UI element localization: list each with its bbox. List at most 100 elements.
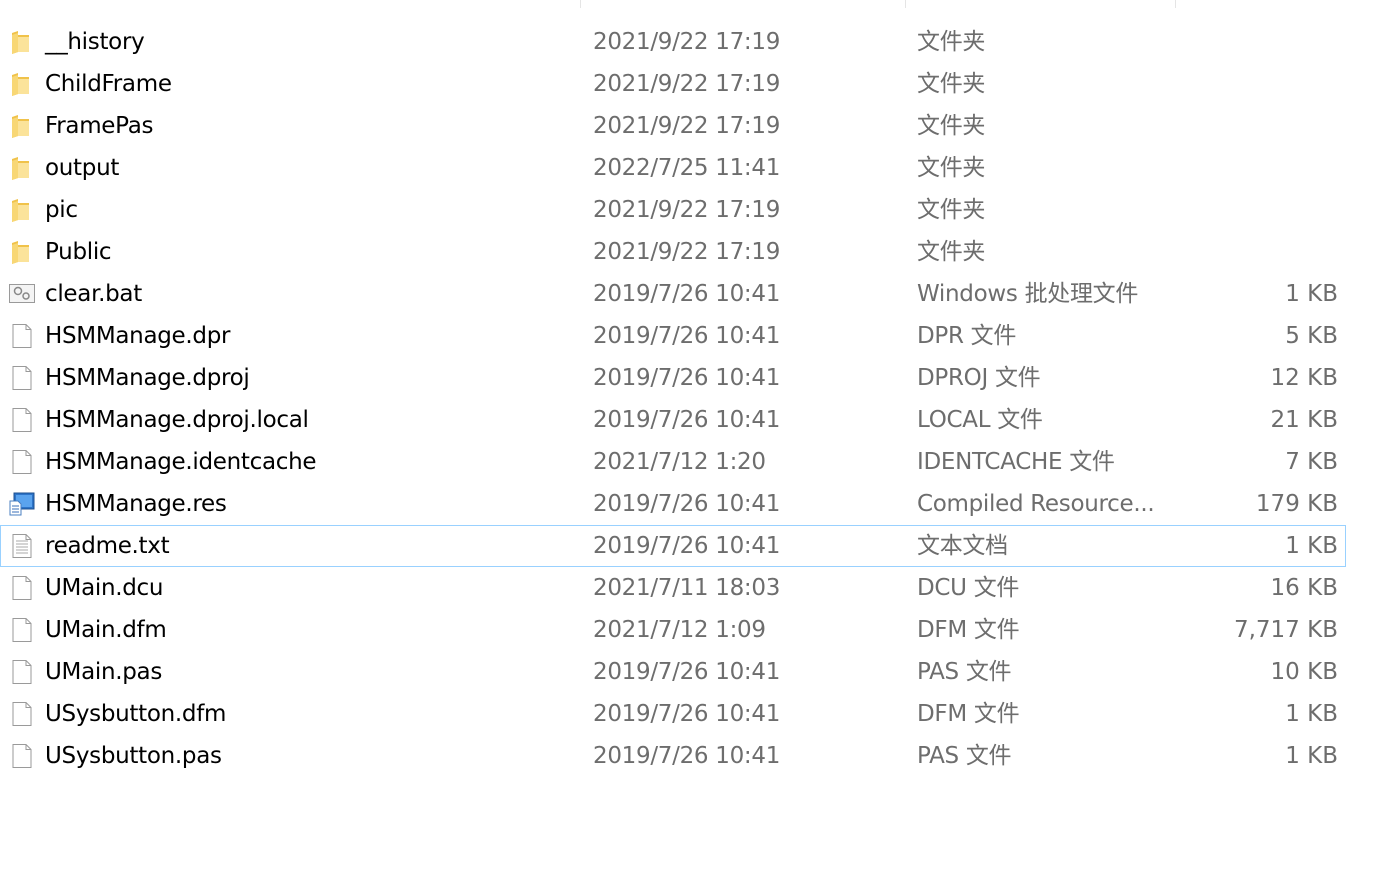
file-name[interactable]: USysbutton.dfm	[45, 694, 226, 734]
file-size: 21 KB	[1270, 407, 1338, 433]
file-row[interactable]: pic 2021/9/22 17:19 文件夹	[0, 189, 1346, 231]
file-size: 1 KB	[1285, 533, 1338, 559]
column-divider-type[interactable]	[905, 0, 906, 8]
file-size: 10 KB	[1270, 659, 1338, 685]
file-name[interactable]: UMain.dcu	[45, 568, 163, 608]
resource-file-icon	[9, 492, 35, 516]
file-size: 179 KB	[1255, 491, 1338, 517]
file-type: DPROJ 文件	[917, 365, 1041, 391]
file-type: 文件夹	[917, 29, 986, 55]
file-name[interactable]: readme.txt	[45, 526, 170, 566]
file-row[interactable]: __history 2021/9/22 17:19 文件夹	[0, 21, 1346, 63]
file-name[interactable]: FramePas	[45, 106, 153, 146]
file-icon	[9, 324, 35, 348]
batch-file-icon	[9, 282, 35, 306]
file-name[interactable]: output	[45, 148, 119, 188]
folder-icon	[9, 72, 35, 96]
file-type: DCU 文件	[917, 575, 1020, 601]
file-type: DPR 文件	[917, 323, 1017, 349]
file-date-modified: 2021/7/12 1:20	[593, 449, 766, 475]
file-date-modified: 2019/7/26 10:41	[593, 743, 781, 769]
file-date-modified: 2019/7/26 10:41	[593, 323, 781, 349]
file-row[interactable]: Public 2021/9/22 17:19 文件夹	[0, 231, 1346, 273]
file-name[interactable]: __history	[45, 22, 145, 62]
file-name[interactable]: clear.bat	[45, 274, 142, 314]
file-row[interactable]: UMain.pas 2019/7/26 10:41 PAS 文件 10 KB	[0, 651, 1346, 693]
file-date-modified: 2022/7/25 11:41	[593, 155, 781, 181]
file-icon	[9, 702, 35, 726]
file-name[interactable]: UMain.dfm	[45, 610, 167, 650]
file-row[interactable]: USysbutton.pas 2019/7/26 10:41 PAS 文件 1 KB	[0, 735, 1346, 777]
file-name[interactable]: UMain.pas	[45, 652, 162, 692]
folder-icon	[9, 240, 35, 264]
file-type: 文本文档	[917, 533, 1008, 559]
file-date-modified: 2019/7/26 10:41	[593, 407, 781, 433]
file-type: Windows 批处理文件	[917, 281, 1139, 307]
file-size: 16 KB	[1270, 575, 1338, 601]
column-divider-size[interactable]	[1175, 0, 1176, 8]
file-row[interactable]: output 2022/7/25 11:41 文件夹	[0, 147, 1346, 189]
file-date-modified: 2019/7/26 10:41	[593, 659, 781, 685]
file-type: Compiled Resource...	[917, 491, 1155, 517]
file-icon	[9, 366, 35, 390]
file-type: PAS 文件	[917, 659, 1012, 685]
file-size: 12 KB	[1270, 365, 1338, 391]
file-size: 7,717 KB	[1233, 617, 1338, 643]
file-name[interactable]: USysbutton.pas	[45, 736, 222, 776]
file-date-modified: 2021/9/22 17:19	[593, 197, 781, 223]
file-row[interactable]: HSMManage.dpr 2019/7/26 10:41 DPR 文件 5 KB	[0, 315, 1346, 357]
file-icon	[9, 618, 35, 642]
file-type: DFM 文件	[917, 617, 1020, 643]
folder-icon	[9, 198, 35, 222]
file-date-modified: 2019/7/26 10:41	[593, 701, 781, 727]
file-row[interactable]: readme.txt 2019/7/26 10:41 文本文档 1 KB	[0, 525, 1346, 567]
file-size: 7 KB	[1285, 449, 1338, 475]
file-type: 文件夹	[917, 71, 986, 97]
file-icon	[9, 744, 35, 768]
file-name[interactable]: Public	[45, 232, 112, 272]
file-row[interactable]: clear.bat 2019/7/26 10:41 Windows 批处理文件 1 K…	[0, 273, 1346, 315]
file-date-modified: 2021/9/22 17:19	[593, 71, 781, 97]
file-row[interactable]: HSMManage.dproj.local 2019/7/26 10:41 LOCA…	[0, 399, 1346, 441]
file-date-modified: 2019/7/26 10:41	[593, 365, 781, 391]
file-date-modified: 2019/7/26 10:41	[593, 533, 781, 559]
file-type: 文件夹	[917, 239, 986, 265]
file-size: 1 KB	[1285, 701, 1338, 727]
file-type: 文件夹	[917, 197, 986, 223]
file-name[interactable]: HSMManage.dpr	[45, 316, 230, 356]
file-name[interactable]: pic	[45, 190, 78, 230]
file-date-modified: 2021/9/22 17:19	[593, 113, 781, 139]
file-size: 1 KB	[1285, 743, 1338, 769]
folder-icon	[9, 156, 35, 180]
file-icon	[9, 408, 35, 432]
file-name[interactable]: HSMManage.identcache	[45, 442, 317, 482]
file-name[interactable]: HSMManage.res	[45, 484, 227, 524]
file-date-modified: 2021/9/22 17:19	[593, 29, 781, 55]
file-row[interactable]: UMain.dcu 2021/7/11 18:03 DCU 文件 16 KB	[0, 567, 1346, 609]
file-list: __history 2021/9/22 17:19 文件夹 ChildFrame 202…	[0, 21, 1346, 777]
folder-icon	[9, 30, 35, 54]
file-row[interactable]: HSMManage.dproj 2019/7/26 10:41 DPROJ 文件 12…	[0, 357, 1346, 399]
file-row[interactable]: ChildFrame 2021/9/22 17:19 文件夹	[0, 63, 1346, 105]
file-row[interactable]: HSMManage.res 2019/7/26 10:41 Compiled Res…	[0, 483, 1346, 525]
file-size: 5 KB	[1285, 323, 1338, 349]
file-type: PAS 文件	[917, 743, 1012, 769]
folder-icon	[9, 114, 35, 138]
file-row[interactable]: UMain.dfm 2021/7/12 1:09 DFM 文件 7,717 KB	[0, 609, 1346, 651]
column-divider-date[interactable]	[580, 0, 581, 8]
file-icon	[9, 660, 35, 684]
file-name[interactable]: HSMManage.dproj.local	[45, 400, 309, 440]
file-name[interactable]: HSMManage.dproj	[45, 358, 250, 398]
file-row[interactable]: FramePas 2021/9/22 17:19 文件夹	[0, 105, 1346, 147]
file-date-modified: 2019/7/26 10:41	[593, 281, 781, 307]
file-icon	[9, 450, 35, 474]
file-type: 文件夹	[917, 113, 986, 139]
file-name[interactable]: ChildFrame	[45, 64, 172, 104]
text-file-icon	[9, 534, 35, 558]
file-date-modified: 2021/7/12 1:09	[593, 617, 766, 643]
file-date-modified: 2019/7/26 10:41	[593, 491, 781, 517]
file-type: IDENTCACHE 文件	[917, 449, 1115, 475]
file-row[interactable]: HSMManage.identcache 2021/7/12 1:20 IDENTC…	[0, 441, 1346, 483]
file-row[interactable]: USysbutton.dfm 2019/7/26 10:41 DFM 文件 1 KB	[0, 693, 1346, 735]
file-size: 1 KB	[1285, 281, 1338, 307]
